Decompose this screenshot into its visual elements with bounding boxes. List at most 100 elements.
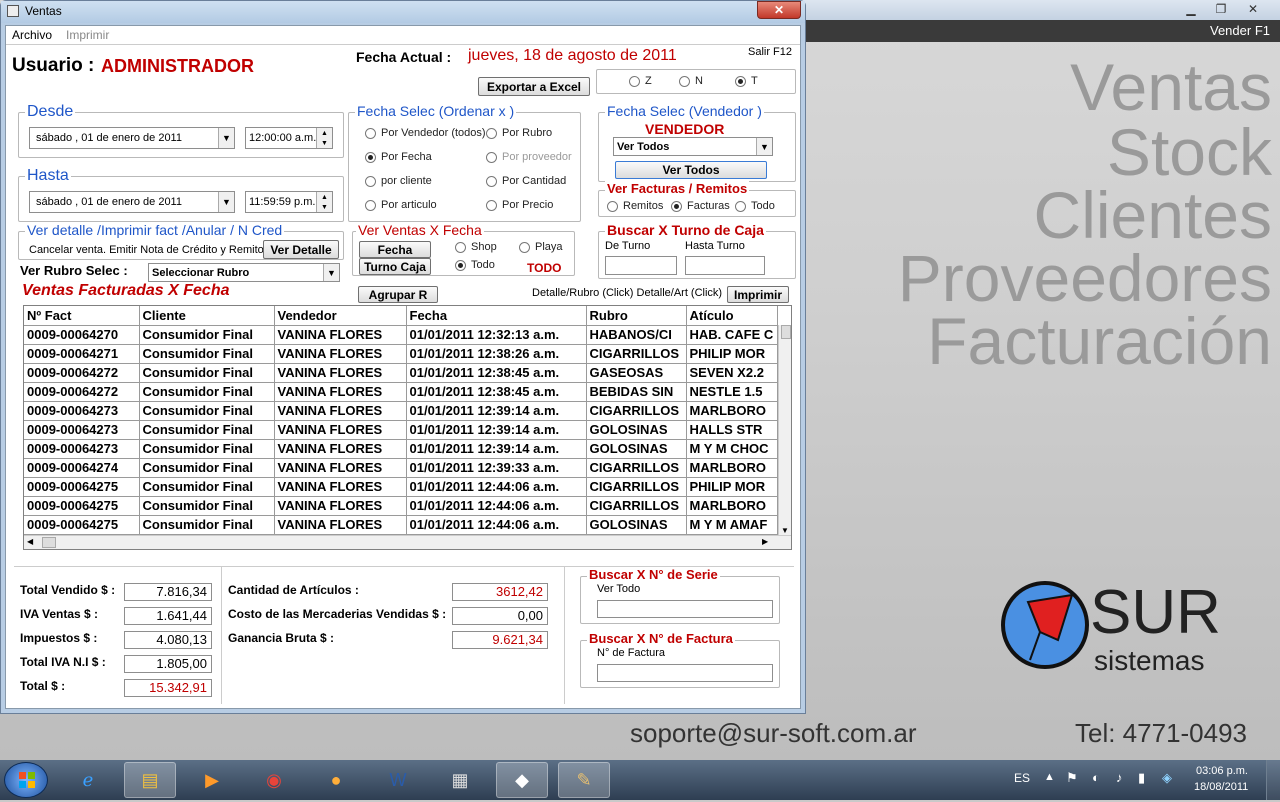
- chrome-icon[interactable]: ◉: [248, 762, 300, 798]
- table-cell[interactable]: MARLBORO: [686, 458, 778, 478]
- hasta-date-picker[interactable]: sábado , 01 de enero de 2011 ▼: [29, 191, 235, 213]
- spin-icon[interactable]: ▲ ▼: [316, 128, 332, 148]
- column-header[interactable]: Rubro: [586, 306, 687, 326]
- table-cell[interactable]: Consumidor Final: [139, 515, 275, 535]
- table-cell[interactable]: 01/01/2011 12:32:13 a.m.: [406, 325, 587, 345]
- tray-app-icon[interactable]: ◐: [1092, 770, 1100, 785]
- imprimir-button[interactable]: Imprimir: [727, 286, 789, 303]
- table-cell[interactable]: VANINA FLORES: [274, 515, 407, 535]
- radio-por-rubro[interactable]: Por Rubro: [486, 127, 552, 139]
- radio-todo[interactable]: Todo: [455, 259, 495, 271]
- table-cell[interactable]: VANINA FLORES: [274, 496, 407, 516]
- scroll-down-icon[interactable]: ▼: [781, 526, 789, 535]
- hasta-turno-input[interactable]: [685, 256, 765, 275]
- table-cell[interactable]: M Y M AMAF: [686, 515, 778, 535]
- radio-facturas[interactable]: Facturas: [671, 200, 730, 212]
- table-cell[interactable]: Consumidor Final: [139, 420, 275, 440]
- table-cell[interactable]: GOLOSINAS: [586, 439, 687, 459]
- table-cell[interactable]: 0009-00064271: [24, 344, 140, 364]
- table-cell[interactable]: 0009-00064273: [24, 439, 140, 459]
- calculator-icon[interactable]: ▦: [434, 762, 486, 798]
- table-cell[interactable]: Consumidor Final: [139, 496, 275, 516]
- table-cell[interactable]: 01/01/2011 12:39:14 a.m.: [406, 439, 587, 459]
- table-cell[interactable]: 0009-00064272: [24, 363, 140, 383]
- table-cell[interactable]: 0009-00064272: [24, 382, 140, 402]
- radio-z[interactable]: Z: [629, 75, 652, 87]
- flag-icon[interactable]: ⚑: [1066, 770, 1078, 786]
- table-cell[interactable]: SEVEN X2.2: [686, 363, 778, 383]
- table-cell[interactable]: VANINA FLORES: [274, 382, 407, 402]
- language-indicator[interactable]: ES: [1014, 771, 1030, 785]
- rubro-select[interactable]: Seleccionar Rubro ▼: [148, 263, 340, 282]
- vertical-scrollbar[interactable]: ▼: [778, 325, 791, 535]
- radio-por-fecha[interactable]: Por Fecha: [365, 151, 432, 163]
- column-header[interactable]: Nº Fact: [24, 306, 140, 326]
- table-row[interactable]: 0009-00064273 Consumidor Final VANINA FLOR…: [24, 420, 778, 440]
- horizontal-scrollbar[interactable]: ◀ ▶: [24, 535, 791, 549]
- de-turno-input[interactable]: [605, 256, 677, 275]
- chevron-down-icon[interactable]: ▼: [218, 128, 234, 148]
- bg-close-icon[interactable]: ✕: [1238, 0, 1268, 18]
- table-cell[interactable]: 01/01/2011 12:39:33 a.m.: [406, 458, 587, 478]
- table-cell[interactable]: 0009-00064274: [24, 458, 140, 478]
- table-row[interactable]: 0009-00064275 Consumidor Final VANINA FLOR…: [24, 496, 778, 516]
- app-icon[interactable]: ◆: [496, 762, 548, 798]
- salir-label[interactable]: Salir F12: [748, 46, 792, 58]
- table-cell[interactable]: Consumidor Final: [139, 477, 275, 497]
- table-cell[interactable]: VANINA FLORES: [274, 439, 407, 459]
- table-cell[interactable]: 01/01/2011 12:39:14 a.m.: [406, 401, 587, 421]
- ventas-table[interactable]: Nº Fact Cliente Vendedor Fecha Rubro Atículo …: [23, 305, 792, 550]
- radio-n[interactable]: N: [679, 75, 703, 87]
- table-cell[interactable]: HAB. CAFE C: [686, 325, 778, 345]
- chevron-down-icon[interactable]: ▼: [756, 138, 772, 155]
- radio-por-precio[interactable]: Por Precio: [486, 199, 553, 211]
- column-header[interactable]: Vendedor: [274, 306, 407, 326]
- table-cell[interactable]: 0009-00064275: [24, 496, 140, 516]
- scroll-right-icon[interactable]: ▶: [762, 537, 768, 546]
- table-cell[interactable]: MARLBORO: [686, 401, 778, 421]
- radio-playa[interactable]: Playa: [519, 241, 563, 253]
- table-cell[interactable]: 01/01/2011 12:44:06 a.m.: [406, 496, 587, 516]
- table-cell[interactable]: HALLS STR: [686, 420, 778, 440]
- hasta-time-picker[interactable]: 11:59:59 p.m. ▲ ▼: [245, 191, 333, 213]
- table-cell[interactable]: NESTLE 1.5: [686, 382, 778, 402]
- hscroll-thumb[interactable]: [42, 537, 56, 548]
- volume-icon[interactable]: ♪: [1116, 770, 1123, 785]
- table-cell[interactable]: Consumidor Final: [139, 458, 275, 478]
- table-cell[interactable]: Consumidor Final: [139, 439, 275, 459]
- table-cell[interactable]: VANINA FLORES: [274, 477, 407, 497]
- table-cell[interactable]: GASEOSAS: [586, 363, 687, 383]
- paint-icon[interactable]: ✎: [558, 762, 610, 798]
- radio-por-cantidad[interactable]: Por Cantidad: [486, 175, 566, 187]
- table-cell[interactable]: 01/01/2011 12:38:26 a.m.: [406, 344, 587, 364]
- column-header[interactable]: Cliente: [139, 306, 275, 326]
- radio-todo-fact[interactable]: Todo: [735, 200, 775, 212]
- table-cell[interactable]: VANINA FLORES: [274, 363, 407, 383]
- vendedor-select[interactable]: Ver Todos ▼: [613, 137, 773, 156]
- desde-time-picker[interactable]: 12:00:00 a.m. ▲ ▼: [245, 127, 333, 149]
- table-cell[interactable]: 0009-00064273: [24, 401, 140, 421]
- serie-input[interactable]: [597, 600, 773, 618]
- table-row[interactable]: 0009-00064271 Consumidor Final VANINA FLOR…: [24, 344, 778, 364]
- radio-t[interactable]: T: [735, 75, 758, 87]
- turno-caja-button[interactable]: Turno Caja: [359, 258, 431, 275]
- agrupar-button[interactable]: Agrupar R: [358, 286, 438, 303]
- table-cell[interactable]: MARLBORO: [686, 496, 778, 516]
- table-cell[interactable]: GOLOSINAS: [586, 420, 687, 440]
- radio-por-proveedor[interactable]: Por proveedor: [486, 151, 572, 163]
- table-cell[interactable]: 01/01/2011 12:44:06 a.m.: [406, 477, 587, 497]
- table-row[interactable]: 0009-00064272 Consumidor Final VANINA FLOR…: [24, 363, 778, 383]
- exportar-excel-button[interactable]: Exportar a Excel: [478, 77, 590, 96]
- folder-icon[interactable]: ▤: [124, 762, 176, 798]
- radio-por-articulo[interactable]: Por articulo: [365, 199, 437, 211]
- table-cell[interactable]: BEBIDAS SIN: [586, 382, 687, 402]
- media-player-icon[interactable]: ▶: [186, 762, 238, 798]
- table-row[interactable]: 0009-00064272 Consumidor Final VANINA FLOR…: [24, 382, 778, 402]
- radio-shop[interactable]: Shop: [455, 241, 497, 253]
- table-cell[interactable]: CIGARRILLOS: [586, 344, 687, 364]
- table-cell[interactable]: GOLOSINAS: [586, 515, 687, 535]
- ver-todos-button[interactable]: Ver Todos: [615, 161, 767, 179]
- tray-expand-icon[interactable]: ▲: [1044, 771, 1055, 783]
- ver-detalle-button[interactable]: Ver Detalle: [263, 240, 339, 259]
- column-header[interactable]: Fecha: [406, 306, 587, 326]
